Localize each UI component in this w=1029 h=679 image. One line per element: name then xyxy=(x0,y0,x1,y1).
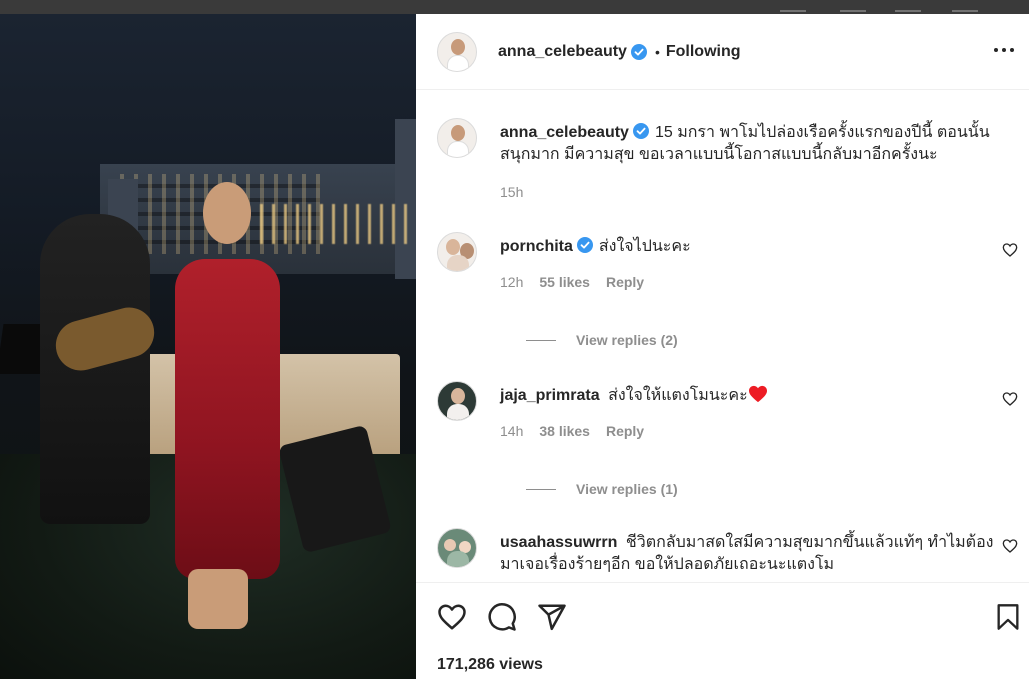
comment-item: usaahassuwrrn ชีวิตกลับมาสดใสมีความสุขมา… xyxy=(437,528,1022,582)
views-count[interactable]: 171,286 views xyxy=(437,656,543,674)
comment-username[interactable]: usaahassuwrrn xyxy=(500,534,617,551)
building xyxy=(395,119,416,279)
more-options-icon[interactable] xyxy=(991,40,1017,60)
avatar-body xyxy=(447,141,469,157)
avatar-body xyxy=(447,54,469,71)
author-avatar[interactable] xyxy=(437,118,477,158)
comment-timestamp[interactable]: 12h xyxy=(500,274,523,290)
caption-timestamp[interactable]: 15h xyxy=(500,184,523,200)
author-username[interactable]: anna_celebeauty xyxy=(498,43,627,61)
singer-red-dress xyxy=(175,259,280,579)
comment-meta: 12h 55 likes Reply xyxy=(500,274,644,290)
action-bar: 171,286 views xyxy=(416,582,1029,679)
avatar-face xyxy=(451,38,465,55)
comment-meta: 14h 38 likes Reply xyxy=(500,423,644,439)
verified-badge-icon xyxy=(576,237,593,253)
post-header: anna_celebeauty • Following xyxy=(416,14,1029,90)
string-lights xyxy=(260,204,410,244)
caption-meta: 15h xyxy=(500,184,523,200)
ghost-icon xyxy=(952,0,978,12)
separator-dot: • xyxy=(654,43,660,60)
heart-icon[interactable] xyxy=(437,602,467,632)
view-replies-button[interactable]: View replies (2) xyxy=(526,332,678,348)
post-detail-panel: anna_celebeauty • Following anna_celebea… xyxy=(416,14,1029,679)
comment-like-icon[interactable] xyxy=(1002,242,1018,258)
share-icon[interactable] xyxy=(537,602,567,632)
comment-body: ส่งใจไปนะคะ xyxy=(598,238,691,255)
replies-line xyxy=(526,488,556,490)
avatar-body xyxy=(447,404,469,420)
verified-badge-icon xyxy=(630,43,647,60)
ghost-icon xyxy=(840,0,866,12)
comment-timestamp[interactable]: 14h xyxy=(500,423,523,439)
guitarist xyxy=(40,214,150,524)
commenter-avatar[interactable] xyxy=(437,381,477,421)
author-avatar[interactable] xyxy=(437,31,477,72)
comment-body: ส่งใจให้แตงโมนะคะ xyxy=(608,387,748,404)
post-photo[interactable] xyxy=(0,14,416,679)
view-replies-label: View replies (2) xyxy=(576,332,678,348)
comment-username[interactable]: jaja_primrata xyxy=(500,387,600,404)
red-heart-emoji xyxy=(748,385,767,403)
avatar-face xyxy=(451,388,465,404)
bookmark-icon[interactable] xyxy=(994,602,1022,632)
ghost-icon xyxy=(780,0,806,12)
comment-likes[interactable]: 55 likes xyxy=(539,274,590,290)
comments-list[interactable]: anna_celebeauty 15 มกรา พาโมไปล่องเรือครั… xyxy=(416,91,1029,582)
view-replies-button[interactable]: View replies (1) xyxy=(526,481,678,497)
comment-item: pornchita ส่งใจไปนะคะ 12h 55 likes Reply … xyxy=(437,232,1022,362)
avatar-body xyxy=(447,551,469,567)
ghost-icon xyxy=(895,0,921,12)
commenter-avatar[interactable] xyxy=(437,528,477,568)
comment-item: jaja_primrata ส่งใจให้แตงโมนะคะ 14h 38 l… xyxy=(437,381,1022,511)
avatar-face xyxy=(446,239,460,255)
caption-username[interactable]: anna_celebeauty xyxy=(500,124,629,141)
comment-icon[interactable] xyxy=(487,602,517,632)
commenter-avatar[interactable] xyxy=(437,232,477,272)
following-button[interactable]: Following xyxy=(666,43,741,61)
comment-like-icon[interactable] xyxy=(1002,538,1018,554)
avatar-body xyxy=(447,255,469,271)
avatar-face xyxy=(451,125,465,141)
replies-line xyxy=(526,339,556,341)
singer-legs xyxy=(188,569,248,629)
reply-button[interactable]: Reply xyxy=(606,274,644,290)
comment-like-icon[interactable] xyxy=(1002,391,1018,407)
caption-text: anna_celebeauty 15 มกรา พาโมไปล่องเรือครั… xyxy=(500,122,1010,166)
comment-likes[interactable]: 38 likes xyxy=(539,423,590,439)
view-replies-label: View replies (1) xyxy=(576,481,678,497)
avatar-face xyxy=(444,539,456,551)
comment-text: jaja_primrata ส่งใจให้แตงโมนะคะ xyxy=(500,385,1010,407)
comment-text: pornchita ส่งใจไปนะคะ xyxy=(500,236,1010,258)
singer-head xyxy=(203,182,251,244)
caption: anna_celebeauty 15 มกรา พาโมไปล่องเรือครั… xyxy=(437,118,1022,208)
reply-button[interactable]: Reply xyxy=(606,423,644,439)
comment-username[interactable]: pornchita xyxy=(500,238,573,255)
browser-top-strip xyxy=(0,0,1029,14)
comment-text: usaahassuwrrn ชีวิตกลับมาสดใสมีความสุขมา… xyxy=(500,532,1010,576)
verified-badge-icon xyxy=(632,123,649,139)
